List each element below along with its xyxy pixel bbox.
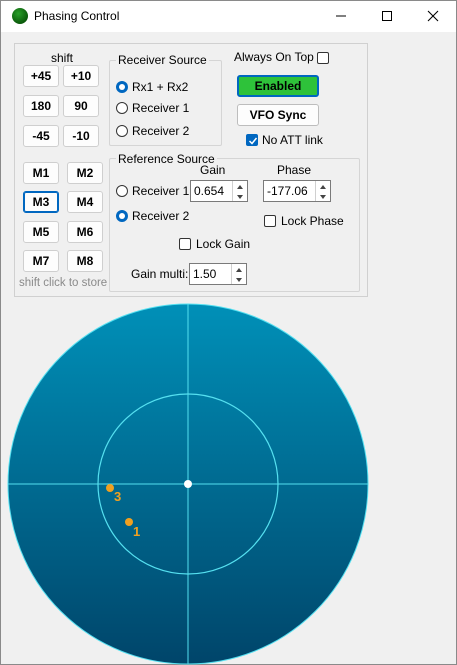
- always-on-top-checkbox[interactable]: [317, 52, 329, 64]
- gain-multi-spinbox[interactable]: 1.50: [189, 263, 247, 285]
- memory-m2-button[interactable]: M2: [67, 162, 103, 184]
- controls-panel: shift +45 +10 180 90 -45 -10 M1 M2 M3 M4…: [14, 43, 368, 297]
- phase-spinbox[interactable]: -177.06: [263, 180, 331, 202]
- shift-minus10-button[interactable]: -10: [63, 125, 99, 147]
- title-bar[interactable]: Phasing Control: [1, 1, 456, 32]
- memory-m6-button[interactable]: M6: [67, 221, 103, 243]
- ref-radio-receiver1[interactable]: [116, 185, 128, 197]
- scope-point-1: [125, 518, 133, 526]
- no-att-link-label[interactable]: No ATT link: [262, 133, 323, 147]
- gain-value[interactable]: 0.654: [194, 184, 224, 198]
- gain-down-arrow[interactable]: [232, 191, 247, 201]
- receiver-source-group: Receiver Source Rx1 + Rx2 Receiver 1 Rec…: [109, 53, 222, 146]
- memory-m3-button[interactable]: M3: [23, 191, 59, 213]
- lock-gain-label[interactable]: Lock Gain: [196, 237, 250, 251]
- shift-plus45-button[interactable]: +45: [23, 65, 59, 87]
- phase-header: Phase: [277, 163, 312, 177]
- radio-receiver2[interactable]: [116, 125, 128, 137]
- lock-gain-checkbox[interactable]: [179, 238, 191, 250]
- shift-click-hint: shift click to store: [19, 277, 108, 289]
- vfo-sync-button[interactable]: VFO Sync: [237, 104, 319, 126]
- receiver-source-title: Receiver Source: [116, 53, 209, 67]
- always-on-top-label: Always On Top: [234, 50, 314, 64]
- shift-180-button[interactable]: 180: [23, 95, 59, 117]
- gain-multi-label: Gain multi:: [131, 267, 189, 281]
- ref-radio-receiver1-label[interactable]: Receiver 1: [132, 184, 189, 198]
- shift-label: shift: [51, 51, 74, 65]
- shift-plus10-button[interactable]: +10: [63, 65, 99, 87]
- caret-down-icon: [237, 195, 243, 199]
- memory-m4-button[interactable]: M4: [67, 191, 103, 213]
- app-icon: [12, 8, 28, 24]
- scope-point-3: [106, 484, 114, 492]
- gain-up-arrow[interactable]: [232, 181, 247, 191]
- checkmark-icon: [248, 137, 258, 145]
- phase-scope-display[interactable]: 3 1: [1, 297, 456, 665]
- minimize-icon: [336, 15, 346, 17]
- gain-multi-up-arrow[interactable]: [231, 264, 246, 274]
- caret-down-icon: [320, 195, 326, 199]
- lock-phase-checkbox[interactable]: [264, 215, 276, 227]
- maximize-icon: [382, 11, 392, 21]
- phase-down-arrow[interactable]: [315, 191, 330, 201]
- radio-rx1-rx2[interactable]: [116, 81, 128, 93]
- memory-m1-button[interactable]: M1: [23, 162, 59, 184]
- gain-header: Gain: [200, 163, 226, 177]
- scope-point-1-label: 1: [133, 524, 140, 539]
- window-title: Phasing Control: [34, 9, 120, 23]
- radio-receiver2-label[interactable]: Receiver 2: [132, 124, 189, 138]
- memory-m5-button[interactable]: M5: [23, 221, 59, 243]
- no-att-link-checkbox[interactable]: [246, 134, 258, 146]
- lock-phase-label[interactable]: Lock Phase: [281, 214, 344, 228]
- scope-center-dot: [184, 480, 192, 488]
- caret-down-icon: [236, 278, 242, 282]
- ref-radio-receiver2[interactable]: [116, 210, 128, 222]
- shift-90-button[interactable]: 90: [63, 95, 99, 117]
- memory-m8-button[interactable]: M8: [67, 250, 103, 272]
- maximize-button[interactable]: [364, 1, 410, 32]
- radio-receiver1-label[interactable]: Receiver 1: [132, 101, 189, 115]
- phase-up-arrow[interactable]: [315, 181, 330, 191]
- phase-value[interactable]: -177.06: [267, 184, 308, 198]
- enabled-button[interactable]: Enabled: [237, 75, 319, 97]
- gain-multi-value[interactable]: 1.50: [193, 267, 216, 281]
- phasing-control-window: Phasing Control shift +45 +10 180 90 -45…: [0, 0, 457, 665]
- reference-source-group: Reference Source Gain Phase Receiver 1 R…: [109, 152, 360, 292]
- ref-radio-receiver2-label[interactable]: Receiver 2: [132, 209, 189, 223]
- radio-rx1-rx2-label[interactable]: Rx1 + Rx2: [132, 80, 188, 94]
- shift-minus45-button[interactable]: -45: [23, 125, 59, 147]
- gain-multi-down-arrow[interactable]: [231, 274, 246, 284]
- close-icon: [427, 10, 439, 22]
- gain-spinbox[interactable]: 0.654: [190, 180, 248, 202]
- radio-receiver1[interactable]: [116, 102, 128, 114]
- scope-point-3-label: 3: [114, 489, 121, 504]
- memory-m7-button[interactable]: M7: [23, 250, 59, 272]
- close-button[interactable]: [410, 1, 456, 32]
- minimize-button[interactable]: [318, 1, 364, 32]
